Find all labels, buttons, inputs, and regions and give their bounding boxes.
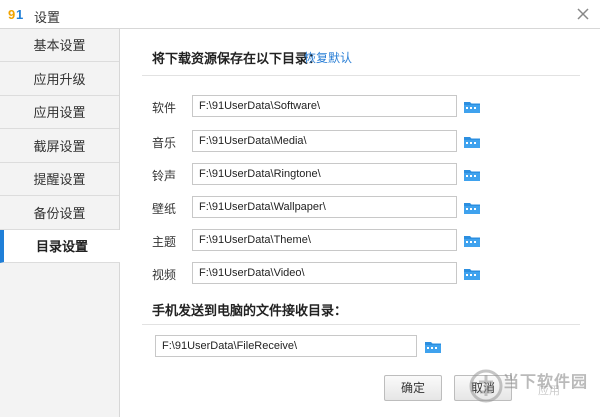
- sidebar-item-screenshot[interactable]: 截屏设置: [0, 130, 119, 163]
- ok-button[interactable]: 确定: [384, 375, 442, 401]
- sidebar-item-app-upgrade[interactable]: 应用升级: [0, 63, 119, 96]
- folder-icon[interactable]: [463, 168, 481, 182]
- folder-icon[interactable]: [463, 234, 481, 248]
- software-path-field[interactable]: F:\91UserData\Software\: [192, 95, 457, 117]
- restore-default-link[interactable]: 恢复默认: [304, 49, 352, 66]
- music-path-field[interactable]: F:\91UserData\Media\: [192, 130, 457, 152]
- app-logo-icon: 9 1: [8, 6, 26, 22]
- receive-path-field[interactable]: F:\91UserData\FileReceive\: [155, 335, 417, 357]
- divider: [142, 324, 580, 325]
- label-theme: 主题: [152, 235, 177, 249]
- sidebar-item-backup[interactable]: 备份设置: [0, 197, 119, 230]
- sidebar-item-app-settings[interactable]: 应用设置: [0, 96, 119, 129]
- folder-icon[interactable]: [463, 100, 481, 114]
- label-video: 视频: [152, 268, 177, 282]
- sidebar: 基本设置 应用升级 应用设置 截屏设置 提醒设置 备份设置 目录设置: [0, 29, 120, 417]
- folder-icon[interactable]: [463, 267, 481, 281]
- svg-text:1: 1: [16, 7, 23, 22]
- sidebar-item-directory[interactable]: 目录设置: [0, 230, 120, 263]
- folder-icon[interactable]: [463, 201, 481, 215]
- svg-text:9: 9: [8, 7, 15, 22]
- folder-icon[interactable]: [424, 340, 442, 354]
- window-title: 设置: [34, 10, 61, 25]
- theme-path-field[interactable]: F:\91UserData\Theme\: [192, 229, 457, 251]
- label-software: 软件: [152, 101, 177, 115]
- divider: [142, 75, 580, 76]
- download-section-title: 将下载资源保存在以下目录：: [152, 51, 322, 66]
- sidebar-item-basic[interactable]: 基本设置: [0, 29, 119, 62]
- folder-icon[interactable]: [463, 135, 481, 149]
- video-path-field[interactable]: F:\91UserData\Video\: [192, 262, 457, 284]
- title-bar: 9 1 设置: [0, 0, 600, 29]
- ringtone-path-field[interactable]: F:\91UserData\Ringtone\: [192, 163, 457, 185]
- receive-section-title: 手机发送到电脑的文件接收目录：: [152, 303, 348, 318]
- watermark-sub: 应用: [538, 385, 560, 397]
- sidebar-item-reminder[interactable]: 提醒设置: [0, 163, 119, 196]
- wallpaper-path-field[interactable]: F:\91UserData\Wallpaper\: [192, 196, 457, 218]
- close-icon[interactable]: [574, 5, 592, 23]
- label-wallpaper: 壁纸: [152, 202, 177, 216]
- label-music: 音乐: [152, 136, 177, 150]
- label-ringtone: 铃声: [152, 169, 177, 183]
